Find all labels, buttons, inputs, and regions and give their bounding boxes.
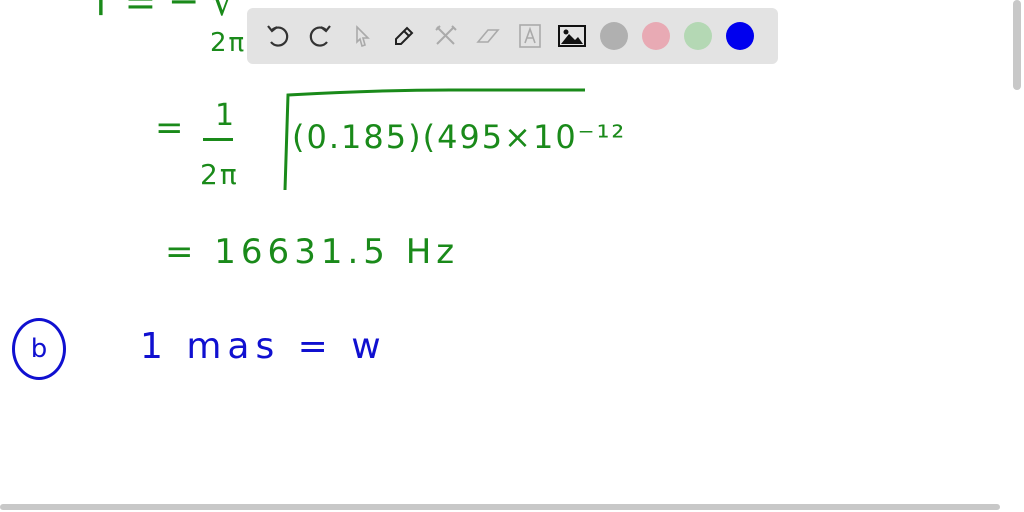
color-swatch-blue[interactable] — [726, 22, 754, 50]
vertical-scrollbar[interactable] — [1013, 0, 1021, 90]
handwriting-line1: f = ─ √ — [95, 0, 238, 24]
undo-icon[interactable] — [257, 15, 299, 57]
horizontal-scrollbar[interactable] — [0, 504, 1000, 510]
part-label: b — [30, 334, 48, 364]
drawing-toolbar — [247, 8, 778, 64]
color-swatch-green[interactable] — [684, 22, 712, 50]
redo-icon[interactable] — [299, 15, 341, 57]
select-icon[interactable] — [341, 15, 383, 57]
image-icon[interactable] — [551, 15, 593, 57]
fraction-bar — [203, 138, 233, 141]
eraser-icon[interactable] — [467, 15, 509, 57]
handwriting-equals: = — [155, 108, 186, 148]
handwriting-numerator: 1 — [215, 98, 237, 133]
color-swatch-pink[interactable] — [642, 22, 670, 50]
handwriting-radicand: (0.185)(495×10⁻¹² — [292, 118, 627, 156]
color-swatch-gray[interactable] — [600, 22, 628, 50]
handwriting-denominator: 2π — [200, 158, 239, 191]
handwriting-line1-denominator: 2π — [210, 28, 247, 58]
handwriting-result: = 16631.5 Hz — [165, 232, 460, 272]
handwriting-line4: 1 mas = w — [140, 326, 387, 367]
text-icon[interactable] — [509, 15, 551, 57]
tools-icon[interactable] — [425, 15, 467, 57]
part-b-circle: b — [12, 318, 66, 380]
pen-icon[interactable] — [383, 15, 425, 57]
